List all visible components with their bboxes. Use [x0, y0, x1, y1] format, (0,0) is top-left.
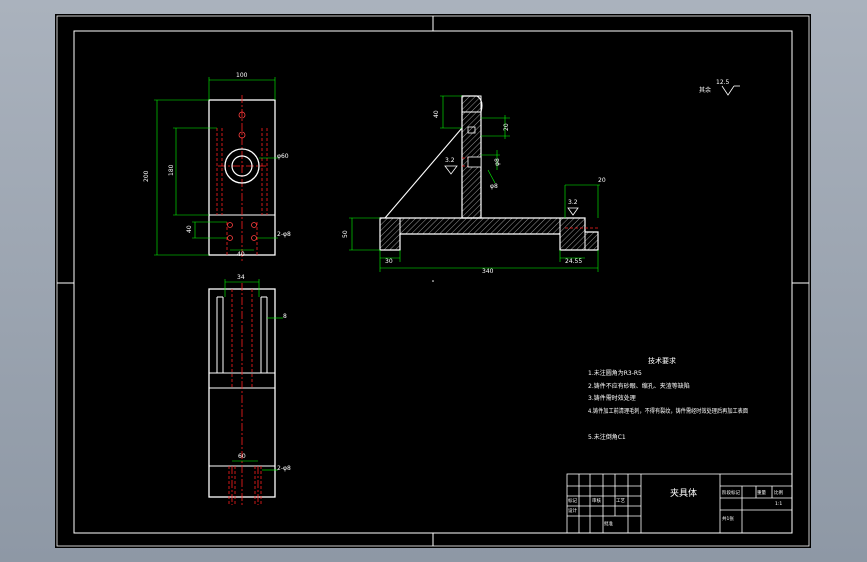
dim-top-height-outer: 200 [143, 170, 150, 182]
title-block-header-stage: 阶段标记 [722, 489, 740, 496]
dim-section-left-width: 30 [385, 258, 393, 265]
title-block-row-4: 工艺 [616, 498, 625, 504]
dim-front-top-width: 34 [237, 274, 245, 281]
dim-section-right-width: 24.55 [565, 258, 582, 265]
dim-section-top-width: 20 [503, 123, 510, 131]
dim-section-right-height: 20 [598, 177, 606, 184]
dim-top-width: 100 [236, 72, 248, 79]
title-block-part-name: 夹具体 [670, 487, 697, 499]
tech-req-title: 技术要求 [648, 356, 676, 365]
dim-section-bore: φ8 [494, 158, 501, 166]
dim-section-left-height: 50 [342, 230, 349, 238]
tech-req-item-5: 5.未注倒角C1 [588, 433, 626, 441]
tech-req-item-3: 3.铸件需时效处理 [588, 394, 636, 402]
svg-text:3.2: 3.2 [568, 199, 578, 206]
cad-drawing-sheet: 100 200 180 40 40 φ60 2-φ8 34 8 60 2-φ8 … [55, 14, 811, 548]
tech-req-item-1: 1.未注圆角为R3-R5 [588, 369, 642, 377]
title-block-row-1: 标记 [568, 497, 577, 504]
tech-req-item-2: 2.铸件不应有砂眼、缩孔、夹渣等缺陷 [588, 382, 690, 390]
dim-top-height-inner: 180 [168, 164, 175, 176]
dim-front-slot: 8 [283, 313, 287, 320]
dim-section-top-height: 40 [433, 110, 440, 118]
title-block-row-3: 审核 [592, 497, 601, 504]
title-block-scale: 1:1 [775, 501, 782, 507]
dim-top-bottom-offset: 40 [186, 225, 193, 233]
title-block-row-5: 批准 [604, 520, 613, 527]
dim-front-bottom-pitch: 60 [238, 453, 246, 460]
svg-text:12.5: 12.5 [716, 79, 730, 86]
dim-top-hole-pitch: 40 [237, 251, 245, 258]
hole-note-top: 2-φ8 [277, 231, 291, 238]
svg-text:3.2: 3.2 [445, 157, 455, 164]
title-block-row-2: 设计 [568, 507, 577, 514]
dim-top-bore: φ60 [277, 153, 289, 160]
title-block-sheet: 共1张 [722, 515, 734, 522]
dim-section-overall-length: 340 [482, 268, 494, 275]
svg-text:其余: 其余 [699, 86, 711, 94]
dim-section-bore-small: φ8 [490, 183, 498, 190]
tech-req-item-4: 4.铸件加工前清理毛刺，不得有裂纹，铸件需经时效处理后再加工表面 [588, 407, 748, 415]
hole-note-front: 2-φ8 [277, 465, 291, 472]
title-block-header-scale: 比例 [774, 489, 783, 496]
title-block-header-weight: 重量 [757, 489, 766, 496]
